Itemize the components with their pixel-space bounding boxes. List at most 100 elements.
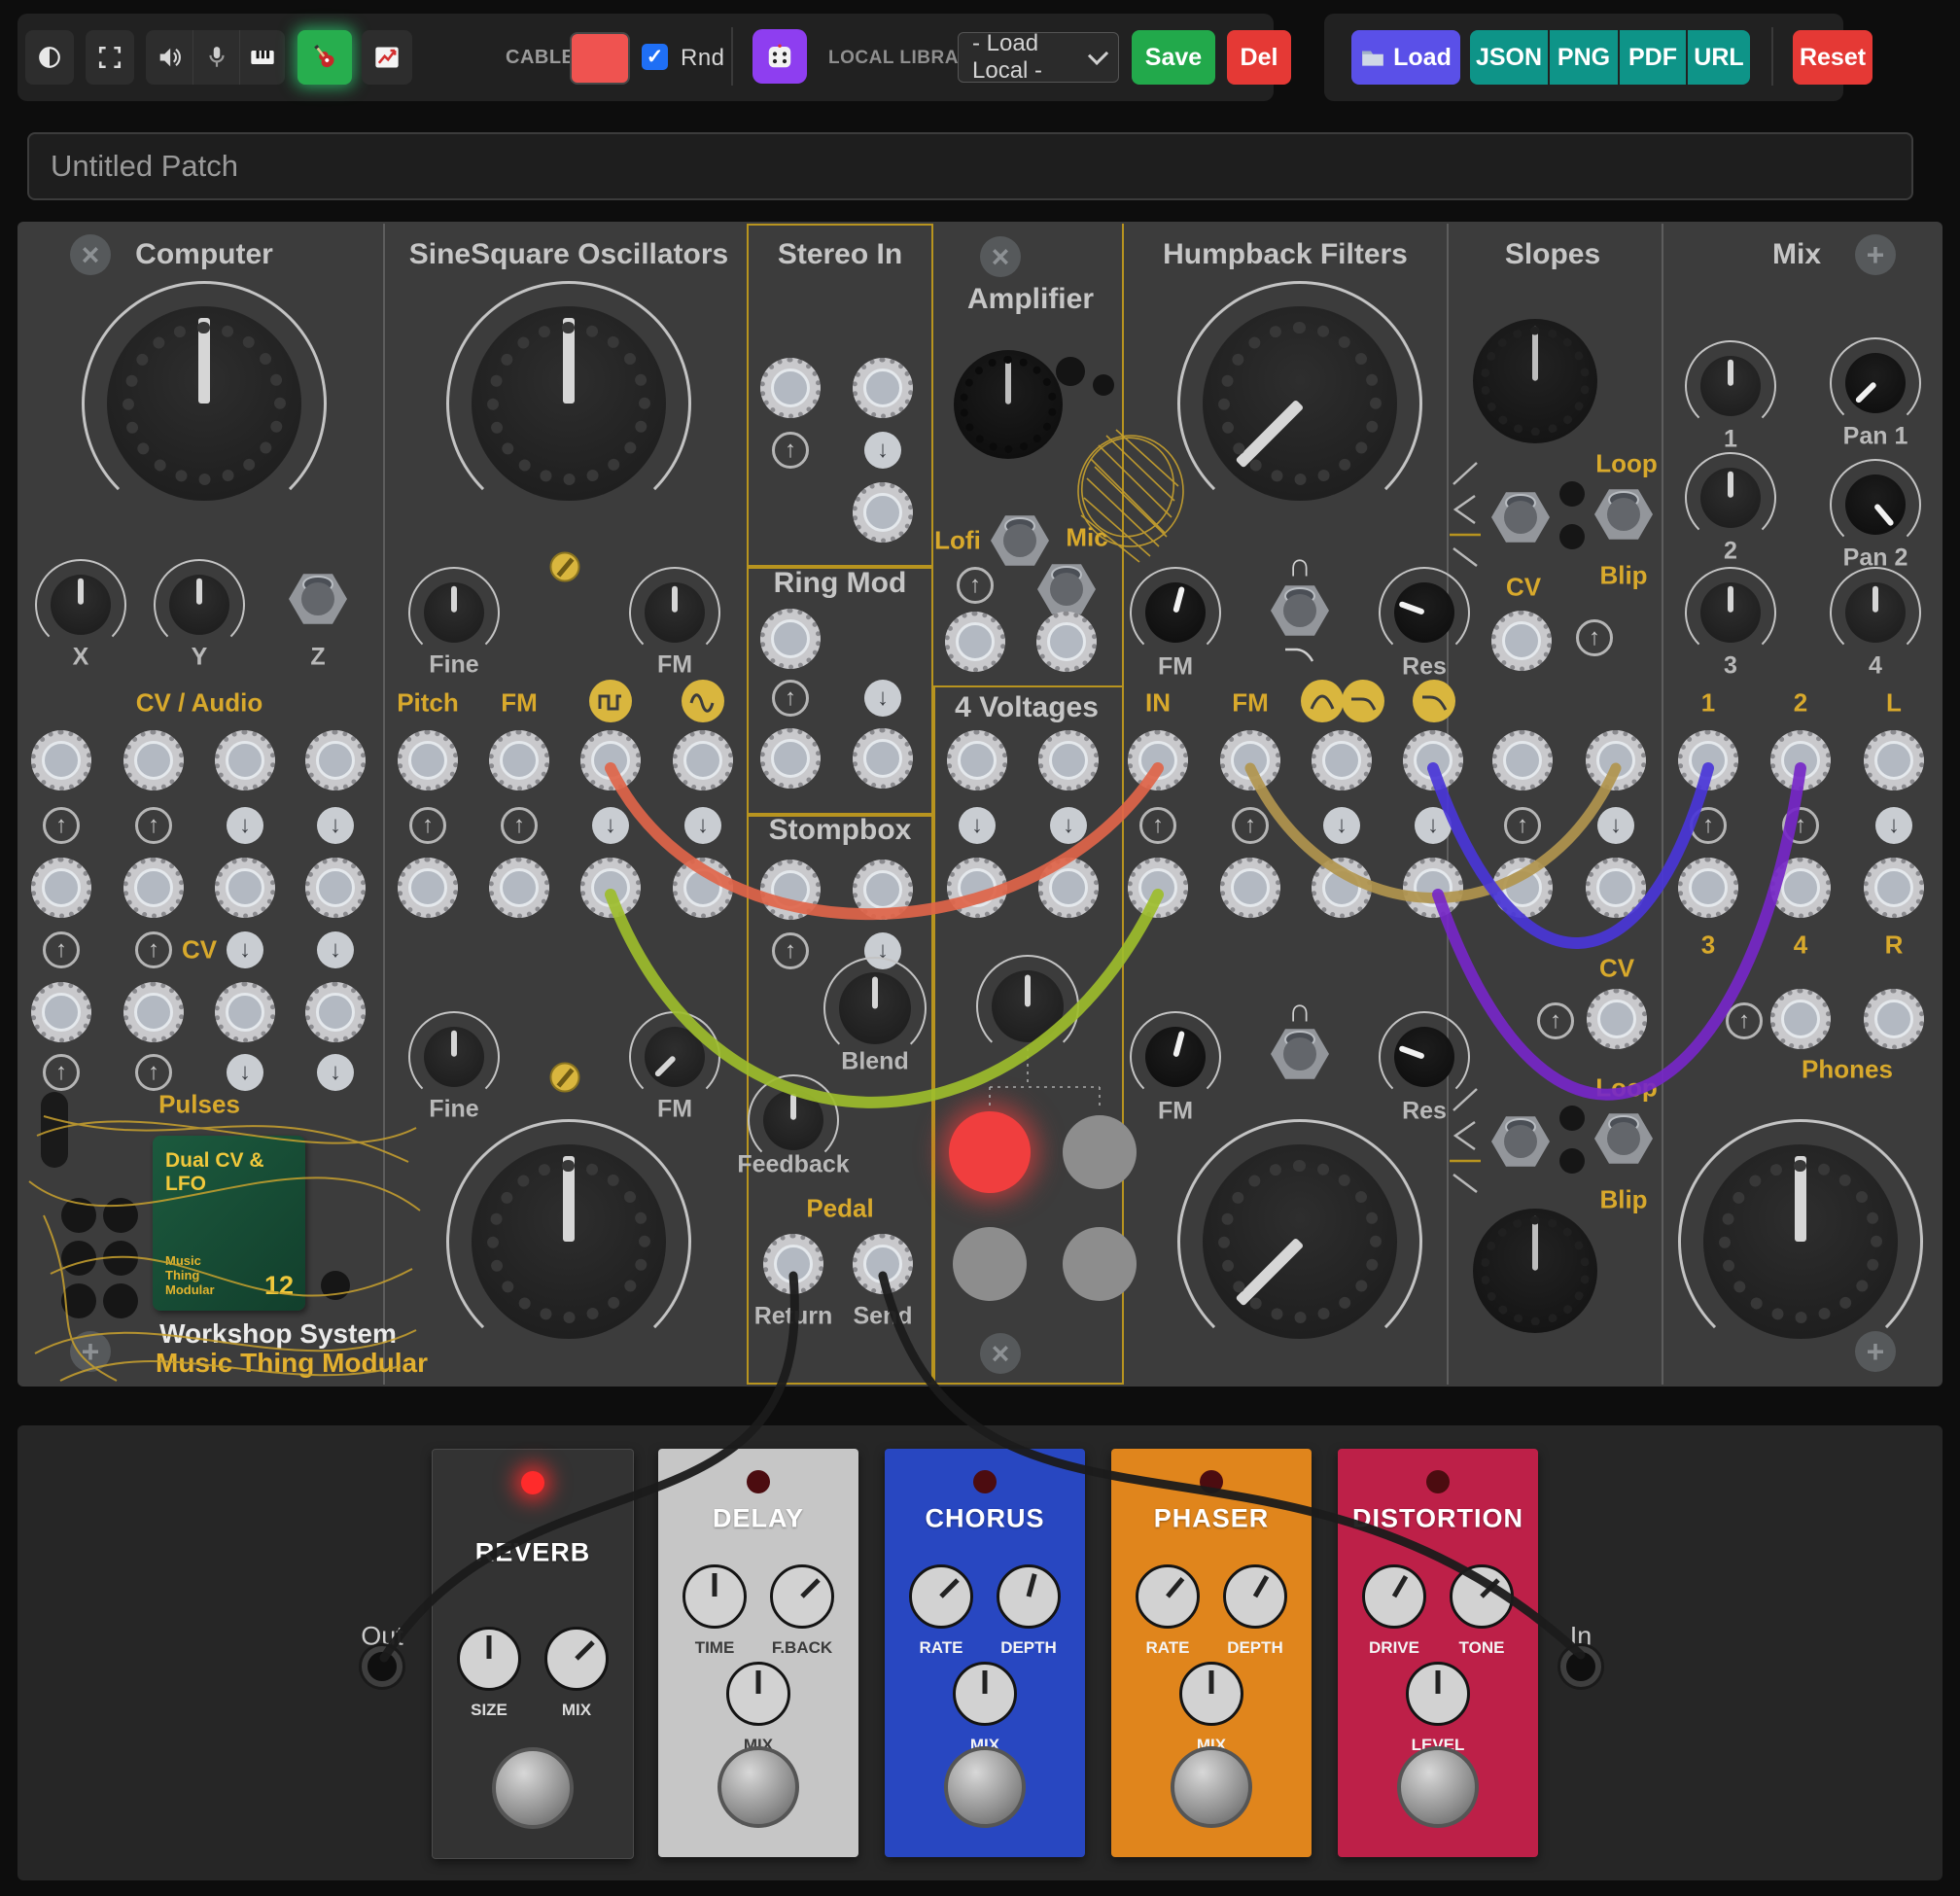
- blend-knob[interactable]: [823, 957, 927, 1060]
- local-library-select[interactable]: - Load Local -: [958, 30, 1119, 84]
- jack[interactable]: [1586, 730, 1646, 790]
- jack[interactable]: [853, 728, 913, 789]
- export-url-button[interactable]: URL: [1688, 30, 1750, 85]
- jack[interactable]: [673, 858, 733, 918]
- jack[interactable]: [31, 858, 91, 918]
- jack[interactable]: [580, 730, 641, 790]
- jack[interactable]: [305, 982, 366, 1042]
- jack[interactable]: [1864, 989, 1924, 1049]
- pedal-delay[interactable]: DELAY TIME F.BACK MIX: [658, 1449, 858, 1857]
- jack[interactable]: [945, 612, 1005, 672]
- jack[interactable]: [853, 860, 913, 920]
- jack[interactable]: [760, 609, 821, 669]
- jack[interactable]: [1220, 730, 1280, 790]
- computer-main-knob[interactable]: [82, 281, 327, 526]
- add-module-icon[interactable]: +: [70, 1331, 111, 1372]
- mix-knob[interactable]: [953, 1662, 1017, 1726]
- filter2-fm-knob[interactable]: [1130, 1011, 1221, 1103]
- del-button[interactable]: Del: [1227, 30, 1291, 85]
- level-knob[interactable]: [1406, 1662, 1470, 1726]
- voltage-button-3[interactable]: [953, 1227, 1027, 1301]
- jack[interactable]: [580, 858, 641, 918]
- add-module-icon[interactable]: +: [1855, 234, 1896, 275]
- osc1-fine-knob[interactable]: [408, 567, 500, 658]
- rate-knob[interactable]: [1136, 1564, 1200, 1629]
- fullscreen-button[interactable]: [86, 30, 134, 85]
- footswitch-button[interactable]: [1171, 1746, 1252, 1828]
- filter2-freq-knob[interactable]: [1177, 1119, 1422, 1364]
- reset-button[interactable]: Reset: [1793, 30, 1872, 85]
- jack[interactable]: [1770, 730, 1831, 790]
- jack[interactable]: [853, 358, 913, 418]
- pedal-in-jack[interactable]: [1560, 1646, 1601, 1687]
- mix-volume-knob[interactable]: [1678, 1119, 1923, 1364]
- mix-ch3-knob[interactable]: [1685, 567, 1776, 658]
- random-patch-button[interactable]: [752, 29, 807, 84]
- jack[interactable]: [1220, 858, 1280, 918]
- depth-knob[interactable]: [1223, 1564, 1287, 1629]
- jack[interactable]: [760, 358, 821, 418]
- jack[interactable]: [305, 858, 366, 918]
- export-json-button[interactable]: JSON: [1470, 30, 1548, 85]
- jack[interactable]: [853, 482, 913, 543]
- slopes1-time-knob[interactable]: [1473, 319, 1597, 443]
- close-module-icon[interactable]: ×: [980, 236, 1021, 277]
- mix-knob[interactable]: [544, 1627, 609, 1691]
- jack[interactable]: [123, 982, 184, 1042]
- mix-ch1-knob[interactable]: [1685, 340, 1776, 432]
- rate-knob[interactable]: [909, 1564, 973, 1629]
- feedback-knob[interactable]: [748, 1074, 839, 1166]
- depth-knob[interactable]: [997, 1564, 1061, 1629]
- mix-ch4-knob[interactable]: [1830, 567, 1921, 658]
- filter1-freq-knob[interactable]: [1177, 281, 1422, 526]
- amplifier-gain-knob[interactable]: [954, 350, 1063, 459]
- computer-y-knob[interactable]: [154, 559, 245, 650]
- jack[interactable]: [1403, 730, 1463, 790]
- osc2-fm-knob[interactable]: [629, 1011, 720, 1103]
- jack[interactable]: [1492, 730, 1553, 790]
- osc1-fm-knob[interactable]: [629, 567, 720, 658]
- slopes2-time-knob[interactable]: [1473, 1209, 1597, 1333]
- chart-source-button[interactable]: [362, 30, 412, 85]
- pedal-reverb[interactable]: REVERB SIZE MIX: [432, 1449, 634, 1859]
- jack[interactable]: [1770, 858, 1831, 918]
- jack[interactable]: [398, 858, 458, 918]
- computer-x-knob[interactable]: [35, 559, 126, 650]
- tone-knob[interactable]: [1450, 1564, 1514, 1629]
- size-knob[interactable]: [457, 1627, 521, 1691]
- jack[interactable]: [1128, 858, 1188, 918]
- voltages-knob[interactable]: [976, 955, 1079, 1058]
- mix-knob[interactable]: [726, 1662, 790, 1726]
- voltage-button-2[interactable]: [1063, 1115, 1137, 1189]
- jack[interactable]: [398, 730, 458, 790]
- time-knob[interactable]: [682, 1564, 747, 1629]
- jack[interactable]: [673, 730, 733, 790]
- add-module-icon[interactable]: +: [1855, 1331, 1896, 1372]
- contrast-toggle-button[interactable]: [25, 30, 74, 85]
- jack[interactable]: [1491, 611, 1552, 671]
- fback-knob[interactable]: [770, 1564, 834, 1629]
- close-module-icon[interactable]: ×: [70, 234, 111, 275]
- save-button[interactable]: Save: [1132, 30, 1215, 85]
- mix-ch2-knob[interactable]: [1685, 452, 1776, 544]
- jack[interactable]: [123, 730, 184, 790]
- osc2-pitch-knob[interactable]: [446, 1119, 691, 1364]
- jack[interactable]: [947, 858, 1007, 918]
- jack[interactable]: [1128, 730, 1188, 790]
- cable-color-swatch[interactable]: [570, 32, 630, 85]
- send-jack[interactable]: [853, 1234, 913, 1294]
- jack[interactable]: [489, 858, 549, 918]
- pedal-chorus[interactable]: CHORUS RATE DEPTH MIX: [885, 1449, 1085, 1857]
- mic-source-button[interactable]: [192, 30, 240, 85]
- pan1-knob[interactable]: [1830, 337, 1921, 429]
- jack[interactable]: [1403, 858, 1463, 918]
- jack[interactable]: [489, 730, 549, 790]
- export-pdf-button[interactable]: PDF: [1620, 30, 1686, 85]
- speaker-source-button[interactable]: [146, 30, 192, 85]
- export-png-button[interactable]: PNG: [1550, 30, 1618, 85]
- drive-knob[interactable]: [1362, 1564, 1426, 1629]
- jack[interactable]: [31, 982, 91, 1042]
- jack[interactable]: [215, 858, 275, 918]
- jack[interactable]: [1864, 730, 1924, 790]
- pan2-knob[interactable]: [1830, 459, 1921, 550]
